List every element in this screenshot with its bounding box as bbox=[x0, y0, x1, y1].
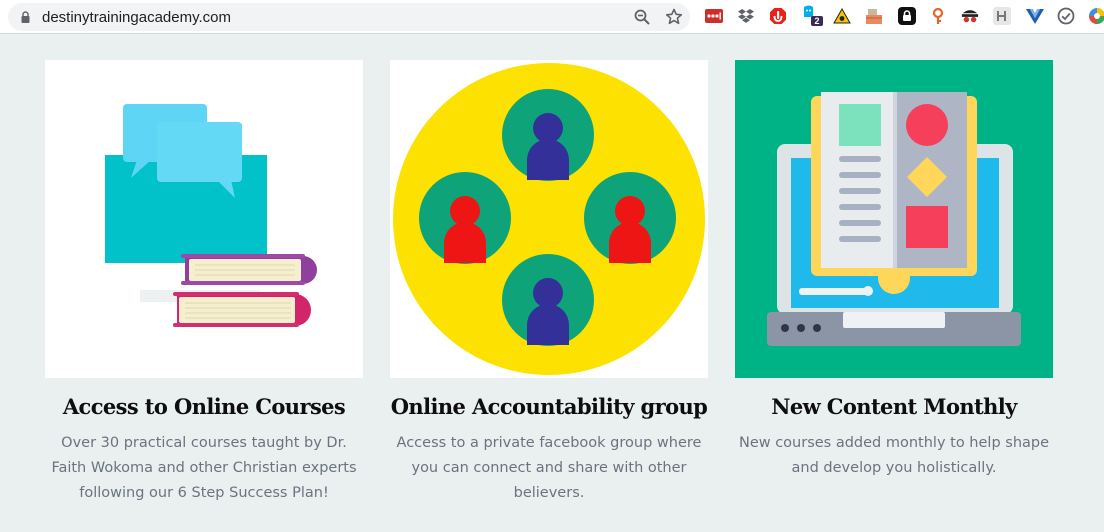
accountability-group-illustration bbox=[390, 60, 708, 378]
online-courses-illustration bbox=[45, 60, 363, 378]
lastpass-icon[interactable] bbox=[705, 7, 723, 25]
bitwarden-icon[interactable] bbox=[929, 7, 947, 25]
dropbox-icon[interactable] bbox=[737, 7, 755, 25]
disguise-icon[interactable] bbox=[961, 7, 979, 25]
feature-card-online-courses: Access to Online Courses Over 30 practic… bbox=[45, 60, 363, 506]
card-title: Access to Online Courses bbox=[62, 394, 346, 419]
warning-icon[interactable] bbox=[833, 7, 851, 25]
color-wheel-icon[interactable] bbox=[1088, 7, 1104, 25]
card-description: Over 30 practical courses taught by Dr. … bbox=[51, 435, 357, 501]
card-description: Access to a private facebook group where… bbox=[396, 435, 702, 501]
grammarly-icon[interactable] bbox=[993, 7, 1011, 25]
browser-toolbar: destinytrainingacademy.com 2 bbox=[0, 0, 1104, 34]
monthly-content-illustration bbox=[735, 60, 1053, 378]
card-description: New courses added monthly to help shape … bbox=[738, 435, 1050, 476]
vue-icon[interactable] bbox=[1026, 7, 1044, 25]
archive-icon[interactable] bbox=[865, 7, 883, 25]
adblock-icon[interactable] bbox=[769, 7, 787, 25]
ghostery-icon[interactable]: 2 bbox=[801, 5, 825, 26]
feature-card-monthly-content: New Content Monthly New courses added mo… bbox=[735, 60, 1053, 481]
lock-icon[interactable] bbox=[21, 11, 30, 23]
url-text[interactable]: destinytrainingacademy.com bbox=[42, 9, 231, 26]
address-bar[interactable]: destinytrainingacademy.com bbox=[8, 3, 690, 31]
feature-card-accountability-group: Online Accountability group Access to a … bbox=[390, 60, 708, 506]
card-title: Online Accountability group bbox=[390, 394, 708, 419]
card-title: New Content Monthly bbox=[771, 394, 1017, 419]
zoom-out-icon[interactable] bbox=[633, 8, 651, 26]
bookmark-star-icon[interactable] bbox=[665, 8, 683, 26]
extension-badge-count: 2 bbox=[814, 16, 819, 26]
privacy-icon[interactable] bbox=[898, 7, 916, 25]
check-icon[interactable] bbox=[1057, 7, 1075, 25]
